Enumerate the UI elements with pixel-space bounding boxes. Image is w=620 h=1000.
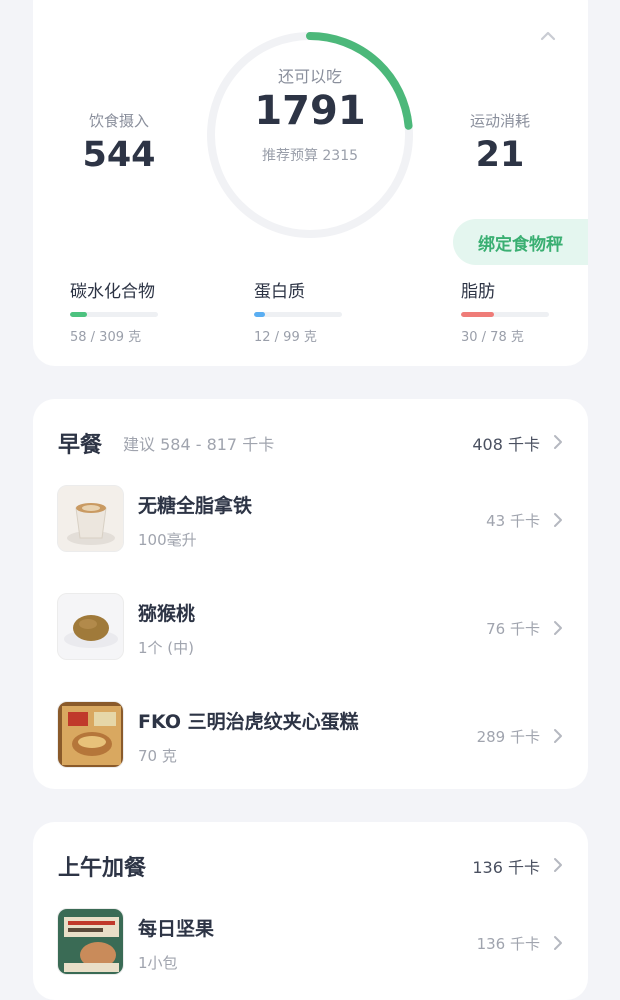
chevron-right-icon bbox=[554, 858, 562, 872]
food-quantity: 100毫升 bbox=[138, 531, 197, 549]
macro-name: 碳水化合物 bbox=[70, 282, 155, 302]
macro-progress-fill bbox=[254, 312, 265, 317]
chevron-right-icon bbox=[554, 729, 562, 743]
food-kcal: 43 千卡 bbox=[486, 512, 540, 530]
cake-package-image bbox=[57, 701, 124, 768]
kiwi-image bbox=[57, 593, 124, 660]
breakfast-card: 早餐 建议 584 - 817 千卡 408 千卡 无糖全脂拿铁 100毫升 4… bbox=[33, 399, 588, 789]
meal-recommendation: 建议 584 - 817 千卡 bbox=[123, 435, 275, 454]
calorie-summary-card: 饮食摄入 544 还可以吃 1791 推荐预算 2315 运动消耗 21 绑定食… bbox=[33, 0, 588, 366]
morning-snack-header[interactable]: 上午加餐 136 千卡 bbox=[58, 850, 564, 882]
chevron-right-icon bbox=[554, 513, 562, 527]
macro-progress-bar bbox=[461, 312, 549, 317]
macro-amount: 30 / 78 克 bbox=[461, 330, 524, 345]
exercise-stat: 运动消耗 21 bbox=[430, 110, 570, 175]
breakfast-header[interactable]: 早餐 建议 584 - 817 千卡 408 千卡 bbox=[58, 427, 564, 459]
calorie-ring[interactable]: 还可以吃 1791 推荐预算 2315 bbox=[205, 30, 415, 240]
remaining-label: 还可以吃 bbox=[277, 67, 342, 86]
intake-value: 544 bbox=[82, 135, 156, 175]
food-name: 猕猴桃 bbox=[138, 603, 196, 625]
macro-progress-bar bbox=[70, 312, 158, 317]
meal-total-kcal: 408 千卡 bbox=[472, 435, 540, 454]
macro-carbs: 碳水化合物 58 / 309 克 bbox=[70, 277, 200, 345]
food-kcal: 76 千卡 bbox=[486, 620, 540, 638]
intake-stat: 饮食摄入 544 bbox=[49, 110, 189, 175]
macro-progress-fill bbox=[70, 312, 87, 317]
remaining-value: 1791 bbox=[254, 88, 366, 134]
food-item-nuts[interactable]: 每日坚果 1小包 136 千卡 bbox=[57, 908, 564, 978]
food-item-kiwi[interactable]: 猕猴桃 1个 (中) 76 千卡 bbox=[57, 593, 564, 663]
macro-fat: 脂肪 30 / 78 克 bbox=[461, 277, 591, 345]
food-quantity: 70 克 bbox=[138, 747, 177, 765]
food-quantity: 1小包 bbox=[138, 954, 178, 972]
macro-name: 脂肪 bbox=[461, 282, 495, 302]
macro-progress-bar bbox=[254, 312, 342, 317]
macro-name: 蛋白质 bbox=[254, 282, 305, 302]
latte-image bbox=[57, 485, 124, 552]
macro-protein: 蛋白质 12 / 99 克 bbox=[254, 277, 384, 345]
food-kcal: 136 千卡 bbox=[476, 935, 540, 953]
macro-amount: 58 / 309 克 bbox=[70, 330, 142, 345]
ring-graphic bbox=[207, 32, 413, 238]
meal-title: 上午加餐 bbox=[58, 856, 147, 881]
chevron-right-icon bbox=[554, 936, 562, 950]
nuts-package-image bbox=[57, 908, 124, 975]
meal-total-kcal: 136 千卡 bbox=[472, 858, 540, 877]
chevron-right-icon bbox=[554, 435, 562, 449]
food-quantity: 1个 (中) bbox=[138, 639, 195, 657]
macro-amount: 12 / 99 克 bbox=[254, 330, 317, 345]
food-kcal: 289 千卡 bbox=[476, 728, 540, 746]
food-name: 每日坚果 bbox=[138, 918, 215, 940]
food-name: 无糖全脂拿铁 bbox=[138, 495, 253, 517]
exercise-label: 运动消耗 bbox=[469, 112, 530, 130]
meal-title: 早餐 bbox=[58, 433, 103, 458]
food-item-cake[interactable]: FKO 三明治虎纹夹心蛋糕 70 克 289 千卡 bbox=[57, 701, 564, 771]
food-item-latte[interactable]: 无糖全脂拿铁 100毫升 43 千卡 bbox=[57, 485, 564, 555]
exercise-value: 21 bbox=[475, 135, 525, 175]
morning-snack-card: 上午加餐 136 千卡 每日坚果 1小包 136 千卡 bbox=[33, 822, 588, 1000]
budget-text: 推荐预算 2315 bbox=[261, 148, 359, 164]
macro-progress-fill bbox=[461, 312, 495, 317]
bind-food-scale-button[interactable]: 绑定食物秤 bbox=[453, 219, 588, 265]
chevron-up-icon[interactable] bbox=[536, 24, 560, 48]
chevron-right-icon bbox=[554, 621, 562, 635]
food-name: FKO 三明治虎纹夹心蛋糕 bbox=[138, 711, 359, 733]
intake-label: 饮食摄入 bbox=[88, 112, 149, 130]
